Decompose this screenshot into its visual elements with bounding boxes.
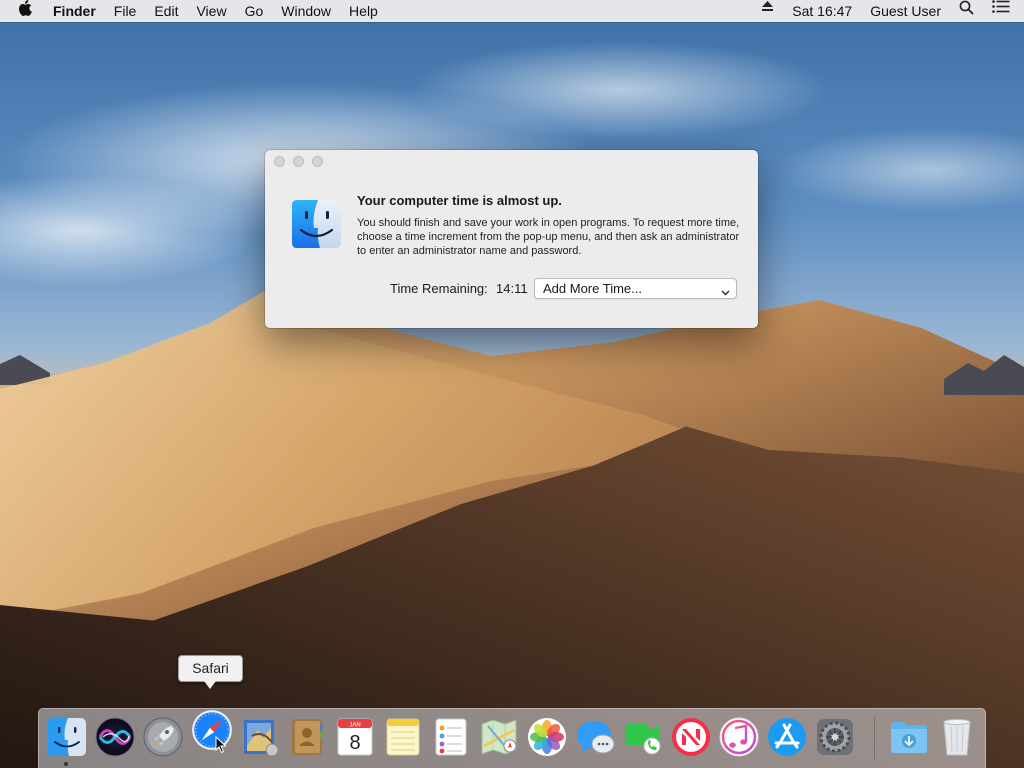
menu-file[interactable]: File bbox=[105, 0, 146, 22]
time-remaining-value: 14:11 bbox=[496, 281, 528, 296]
dock-item-facetime[interactable] bbox=[622, 716, 664, 758]
zoom-button-disabled bbox=[312, 155, 323, 167]
dock-item-maps[interactable] bbox=[478, 716, 520, 758]
safari-icon bbox=[192, 710, 232, 750]
calendar-icon: JAN 8 bbox=[337, 718, 373, 756]
app-menu-finder[interactable]: Finder bbox=[44, 0, 105, 22]
dialog-titlebar[interactable] bbox=[265, 150, 758, 172]
trash-icon bbox=[943, 719, 971, 756]
dock-item-messages[interactable] bbox=[574, 716, 616, 758]
mouse-cursor-icon bbox=[215, 735, 227, 759]
time-remaining-label: Time Remaining: bbox=[390, 281, 488, 296]
mail-icon bbox=[244, 720, 279, 757]
apple-menu[interactable] bbox=[0, 0, 44, 22]
notification-center-icon bbox=[992, 0, 1010, 13]
close-button-disabled bbox=[274, 155, 285, 167]
dock-item-siri[interactable] bbox=[94, 716, 136, 758]
facetime-icon bbox=[625, 724, 661, 755]
menu-window[interactable]: Window bbox=[272, 0, 340, 22]
dock-item-mail[interactable] bbox=[238, 716, 280, 758]
contacts-icon bbox=[292, 719, 323, 755]
dock-separator bbox=[874, 717, 875, 761]
dock-item-reminders[interactable] bbox=[430, 716, 472, 758]
dock-item-downloads[interactable] bbox=[888, 716, 930, 758]
messages-icon bbox=[577, 721, 615, 754]
dock-item-finder[interactable] bbox=[46, 716, 88, 758]
reminders-icon bbox=[435, 718, 467, 756]
itunes-icon bbox=[719, 717, 759, 757]
spotlight-button[interactable] bbox=[950, 0, 983, 22]
dock-item-trash[interactable] bbox=[936, 716, 978, 758]
eject-button[interactable] bbox=[752, 0, 783, 22]
downloads-folder-icon bbox=[891, 722, 927, 753]
calendar-month: JAN bbox=[349, 723, 360, 729]
notification-center-button[interactable] bbox=[983, 0, 1024, 22]
chevron-down-icon bbox=[721, 284, 730, 302]
dialog-message: You should finish and save your work in … bbox=[357, 217, 740, 257]
dock-item-contacts[interactable] bbox=[286, 716, 328, 758]
dialog-title: Your computer time is almost up. bbox=[357, 193, 562, 208]
menu-help[interactable]: Help bbox=[340, 0, 387, 22]
dock-item-news[interactable] bbox=[670, 716, 712, 758]
notes-icon bbox=[386, 718, 420, 756]
menu-go[interactable]: Go bbox=[236, 0, 273, 22]
photos-icon bbox=[528, 718, 566, 756]
apple-icon bbox=[18, 0, 32, 16]
dock-item-launchpad[interactable] bbox=[142, 716, 184, 758]
dock-tooltip: Safari bbox=[178, 655, 243, 682]
add-more-time-value: Add More Time... bbox=[543, 281, 642, 296]
spotlight-search-icon bbox=[959, 0, 974, 15]
dock-item-itunes[interactable] bbox=[718, 716, 760, 758]
menu-bar-clock[interactable]: Sat 16:47 bbox=[783, 0, 861, 22]
dock-item-app-store[interactable] bbox=[766, 716, 808, 758]
calendar-day: 8 bbox=[349, 732, 360, 754]
dock-item-safari[interactable] bbox=[190, 708, 234, 752]
menu-bar: Finder File Edit View Go Window Help Sat… bbox=[0, 0, 1024, 22]
finder-icon bbox=[48, 718, 86, 756]
eject-icon bbox=[761, 0, 774, 12]
add-more-time-popup[interactable]: Add More Time... bbox=[534, 278, 737, 299]
system-preferences-icon bbox=[817, 719, 853, 755]
finder-running-indicator bbox=[64, 762, 68, 766]
siri-icon bbox=[95, 717, 135, 757]
dock-item-photos[interactable] bbox=[526, 716, 568, 758]
dock: JAN 8 bbox=[38, 708, 986, 768]
menu-edit[interactable]: Edit bbox=[145, 0, 187, 22]
menu-view[interactable]: View bbox=[187, 0, 235, 22]
dock-item-system-preferences[interactable] bbox=[814, 716, 856, 758]
dock-item-notes[interactable] bbox=[382, 716, 424, 758]
launchpad-icon bbox=[143, 717, 183, 757]
dock-item-calendar[interactable]: JAN 8 bbox=[334, 716, 376, 758]
app-store-icon bbox=[768, 718, 806, 756]
maps-icon bbox=[481, 719, 517, 755]
parental-controls-time-dialog: Your computer time is almost up. You sho… bbox=[265, 150, 758, 328]
fast-user-switch-menu[interactable]: Guest User bbox=[861, 0, 950, 22]
minimize-button-disabled bbox=[293, 155, 304, 167]
news-icon bbox=[672, 718, 710, 756]
finder-icon bbox=[290, 198, 343, 250]
